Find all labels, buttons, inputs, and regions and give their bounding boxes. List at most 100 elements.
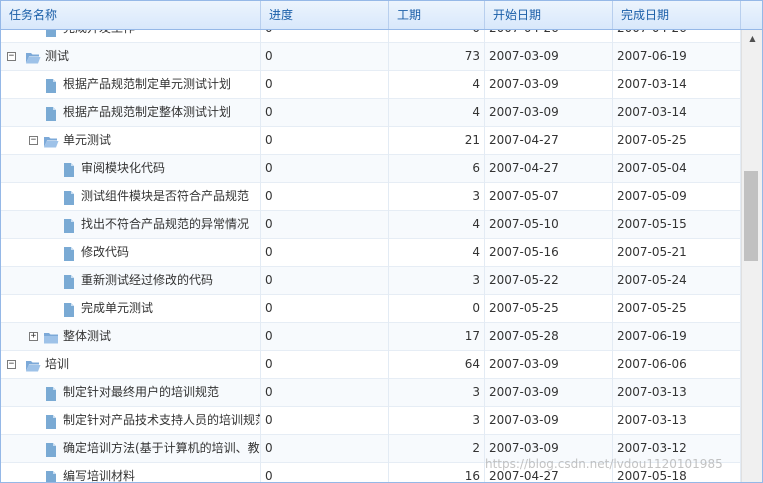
task-name-text: 制定针对产品技术支持人员的培训规范 (63, 413, 261, 427)
cell-task-name: 完成开发工作 (1, 30, 261, 43)
cell-duration: 4 (389, 71, 485, 99)
cell-task-name: 重新测试经过修改的代码 (1, 267, 261, 295)
cell-duration: 0 (389, 30, 485, 43)
cell-start-date: 2007-03-09 (485, 99, 613, 127)
column-header-finish[interactable]: 完成日期 (613, 1, 741, 29)
file-icon (43, 469, 59, 482)
cell-start-date: 2007-04-27 (485, 127, 613, 155)
collapse-toggle-icon[interactable]: − (29, 136, 38, 145)
cell-progress: 0 (261, 155, 389, 183)
task-name-text: 根据产品规范制定单元测试计划 (63, 77, 232, 91)
column-header-name[interactable]: 任务名称 (1, 1, 261, 29)
table-row[interactable]: 完成单元测试 0 0 2007-05-25 2007-05-25 (1, 295, 741, 323)
cell-task-name: 制定针对最终用户的培训规范 (1, 379, 261, 407)
cell-duration: 4 (389, 239, 485, 267)
cell-duration: 3 (389, 379, 485, 407)
cell-finish-date: 2007-05-21 (613, 239, 741, 267)
grid-rows: 完成开发工作002007-04-262007-04-26−测试0732007-0… (1, 30, 741, 482)
cell-finish-date: 2007-05-09 (613, 183, 741, 211)
table-row[interactable]: 测试组件模块是否符合产品规范 0 3 2007-05-07 2007-05-09 (1, 183, 741, 211)
cell-task-name: 制定针对产品技术支持人员的培训规范 (1, 407, 261, 435)
cell-finish-date: 2007-05-15 (613, 211, 741, 239)
cell-duration: 3 (389, 183, 485, 211)
table-row[interactable]: 根据产品规范制定整体测试计划 0 4 2007-03-09 2007-03-14 (1, 99, 741, 127)
cell-finish-date: 2007-04-26 (613, 30, 741, 43)
cell-progress: 0 (261, 379, 389, 407)
table-row[interactable]: 根据产品规范制定单元测试计划 0 4 2007-03-09 2007-03-14 (1, 71, 741, 99)
cell-task-name: 根据产品规范制定整体测试计划 (1, 99, 261, 127)
table-row[interactable]: − 单元测试 0 21 2007-04-27 2007-05-25 (1, 127, 741, 155)
task-name-text: 制定针对最终用户的培训规范 (63, 385, 220, 399)
table-row[interactable]: − 培训 0 64 2007-03-09 2007-06-06 (1, 351, 741, 379)
cell-task-name: 测试组件模块是否符合产品规范 (1, 183, 261, 211)
folder-open-icon (43, 133, 59, 149)
table-row[interactable]: 完成开发工作002007-04-262007-04-26 (1, 30, 741, 43)
table-row[interactable]: 制定针对最终用户的培训规范 0 3 2007-03-09 2007-03-13 (1, 379, 741, 407)
file-icon (43, 385, 59, 401)
cell-finish-date: 2007-05-25 (613, 127, 741, 155)
cell-task-name: − 培训 (1, 351, 261, 379)
column-header-duration[interactable]: 工期 (389, 1, 485, 29)
task-name-text: 单元测试 (63, 133, 112, 147)
expand-toggle-icon[interactable]: + (29, 332, 38, 341)
table-row[interactable]: 找出不符合产品规范的异常情况 0 4 2007-05-10 2007-05-15 (1, 211, 741, 239)
watermark: https://blog.csdn.net/lvdou1120101985 (485, 457, 723, 471)
vertical-scrollbar[interactable]: ▲ (741, 30, 762, 482)
cell-finish-date: 2007-03-13 (613, 407, 741, 435)
file-icon (61, 245, 77, 261)
cell-start-date: 2007-04-26 (485, 30, 613, 43)
file-icon (43, 413, 59, 429)
table-row[interactable]: 制定针对产品技术支持人员的培训规范 0 3 2007-03-09 2007-03-13 (1, 407, 741, 435)
cell-progress: 0 (261, 267, 389, 295)
cell-task-name: − 单元测试 (1, 127, 261, 155)
cell-start-date: 2007-05-22 (485, 267, 613, 295)
cell-task-name: 确定培训方法(基于计算机的培训、教室培训等) (1, 435, 261, 463)
cell-start-date: 2007-03-09 (485, 379, 613, 407)
cell-duration: 3 (389, 407, 485, 435)
table-row[interactable]: + 整体测试 0 17 2007-05-28 2007-06-19 (1, 323, 741, 351)
task-name-text: 重新测试经过修改的代码 (81, 273, 214, 287)
cell-start-date: 2007-03-09 (485, 407, 613, 435)
cell-progress: 0 (261, 295, 389, 323)
cell-start-date: 2007-05-07 (485, 183, 613, 211)
table-row[interactable]: 修改代码 0 4 2007-05-16 2007-05-21 (1, 239, 741, 267)
cell-task-name: 完成单元测试 (1, 295, 261, 323)
column-header-start[interactable]: 开始日期 (485, 1, 613, 29)
scroll-up-arrow-icon[interactable]: ▲ (742, 30, 762, 47)
cell-start-date: 2007-05-28 (485, 323, 613, 351)
scrollbar-thumb[interactable] (744, 171, 758, 261)
cell-task-name: − 测试 (1, 43, 261, 71)
cell-task-name: 根据产品规范制定单元测试计划 (1, 71, 261, 99)
cell-start-date: 2007-03-09 (485, 351, 613, 379)
column-header-progress[interactable]: 进度 (261, 1, 389, 29)
collapse-toggle-icon[interactable]: − (7, 52, 16, 61)
cell-progress: 0 (261, 211, 389, 239)
cell-progress: 0 (261, 463, 389, 482)
cell-duration: 6 (389, 155, 485, 183)
cell-finish-date: 2007-05-25 (613, 295, 741, 323)
cell-finish-date: 2007-03-13 (613, 379, 741, 407)
grid-body: 完成开发工作002007-04-262007-04-26−测试0732007-0… (1, 30, 741, 482)
cell-start-date: 2007-04-27 (485, 155, 613, 183)
cell-progress: 0 (261, 71, 389, 99)
file-icon (43, 77, 59, 93)
cell-progress: 0 (261, 30, 389, 43)
task-name-text: 测试组件模块是否符合产品规范 (81, 189, 250, 203)
table-row[interactable]: − 测试 0 73 2007-03-09 2007-06-19 (1, 43, 741, 71)
collapse-toggle-icon[interactable]: − (7, 360, 16, 369)
table-row[interactable]: 重新测试经过修改的代码 0 3 2007-05-22 2007-05-24 (1, 267, 741, 295)
file-icon (61, 189, 77, 205)
cell-finish-date: 2007-06-06 (613, 351, 741, 379)
table-row[interactable]: 审阅模块化代码 0 6 2007-04-27 2007-05-04 (1, 155, 741, 183)
cell-start-date: 2007-03-09 (485, 43, 613, 71)
folder-open-icon (25, 357, 41, 373)
file-icon (61, 273, 77, 289)
cell-progress: 0 (261, 351, 389, 379)
cell-duration: 16 (389, 463, 485, 482)
cell-duration: 3 (389, 267, 485, 295)
cell-duration: 64 (389, 351, 485, 379)
cell-finish-date: 2007-05-04 (613, 155, 741, 183)
grid-header: 任务名称 进度 工期 开始日期 完成日期 (1, 1, 762, 30)
cell-progress: 0 (261, 43, 389, 71)
cell-duration: 4 (389, 211, 485, 239)
